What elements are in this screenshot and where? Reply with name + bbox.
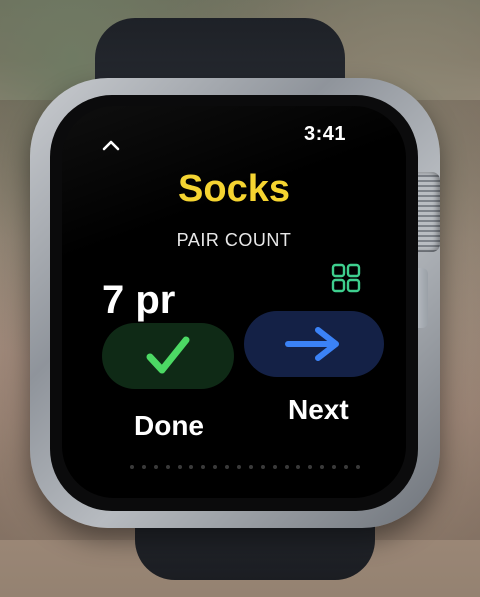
page-dot [284, 465, 289, 469]
page-indicator [130, 462, 360, 472]
page-dot [213, 465, 218, 469]
page-dot [141, 465, 146, 469]
next-button[interactable] [244, 311, 384, 377]
done-button[interactable] [102, 323, 234, 389]
watch-screen: 3:41 Socks PAIR COUNT 7 pr Done Next [62, 106, 406, 498]
page-dot [248, 465, 253, 469]
done-label[interactable]: Done [134, 410, 204, 442]
page-dot [130, 465, 134, 469]
page-dot [272, 465, 277, 469]
page-title: Socks [178, 168, 290, 210]
page-dot [296, 465, 301, 469]
page-dot [225, 465, 230, 469]
status-time: 3:41 [303, 123, 346, 145]
page-dot [308, 465, 313, 469]
page-dot [260, 465, 265, 469]
page-dot [177, 465, 182, 469]
page-dot [189, 465, 194, 469]
page-subtitle: PAIR COUNT [176, 230, 292, 250]
page-dot [201, 465, 206, 469]
page-dot [165, 465, 170, 469]
page-dot [320, 465, 325, 469]
page-dot [332, 465, 337, 469]
page-dot [153, 465, 158, 469]
page-dot [355, 465, 360, 469]
next-label[interactable]: Next [288, 394, 349, 426]
page-dot [237, 465, 242, 469]
grid-icon[interactable] [330, 262, 362, 294]
page-dot [344, 465, 349, 469]
pair-count-value: 7 pr [102, 278, 176, 322]
checkmark-icon [146, 336, 190, 374]
chevron-up-icon[interactable] [100, 134, 122, 156]
arrow-right-icon [285, 327, 339, 361]
